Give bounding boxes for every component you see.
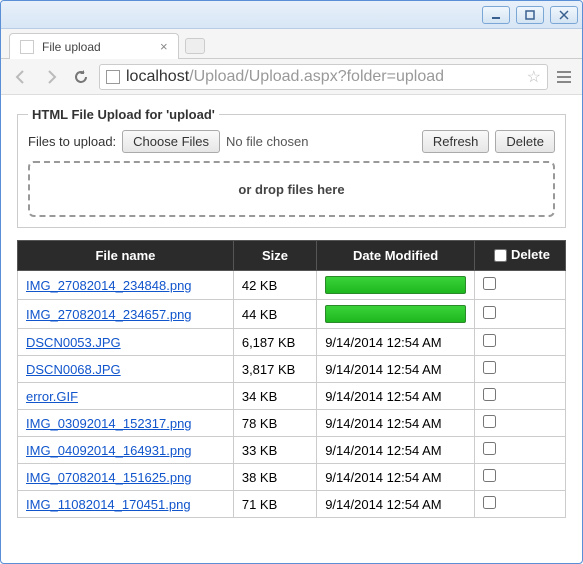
url-text: localhost/Upload/Upload.aspx?folder=uplo… [126, 68, 521, 86]
delete-row-checkbox[interactable] [483, 277, 496, 290]
reload-button[interactable] [69, 65, 93, 89]
file-date: 9/14/2014 12:54 AM [317, 464, 475, 491]
table-row: DSCN0068.JPG 3,817 KB9/14/2014 12:54 AM [18, 356, 566, 383]
file-link[interactable]: IMG_11082014_170451.png [26, 497, 191, 512]
delete-row-checkbox[interactable] [483, 496, 496, 509]
delete-row-checkbox[interactable] [483, 306, 496, 319]
upload-progress-bar [325, 276, 466, 294]
file-link[interactable]: IMG_04092014_164931.png [26, 443, 192, 458]
refresh-button[interactable]: Refresh [422, 130, 490, 153]
delete-row-checkbox[interactable] [483, 469, 496, 482]
file-date [317, 271, 475, 300]
minimize-button[interactable] [482, 6, 510, 24]
browser-tab[interactable]: File upload × [9, 33, 179, 59]
fieldset-legend: HTML File Upload for 'upload' [28, 107, 219, 122]
file-size: 34 KB [233, 383, 316, 410]
maximize-button[interactable] [516, 6, 544, 24]
file-date: 9/14/2014 12:54 AM [317, 437, 475, 464]
table-row: IMG_27082014_234848.png 42 KB [18, 271, 566, 300]
upload-progress-bar [325, 305, 466, 323]
file-link[interactable]: error.GIF [26, 389, 78, 404]
tab-title: File upload [42, 40, 101, 54]
file-link[interactable]: IMG_03092014_152317.png [26, 416, 192, 431]
upload-fieldset: HTML File Upload for 'upload' Files to u… [17, 107, 566, 228]
file-date: 9/14/2014 12:54 AM [317, 383, 475, 410]
files-table: File name Size Date Modified Delete IMG_… [17, 240, 566, 518]
file-size: 38 KB [233, 464, 316, 491]
col-filename: File name [18, 241, 234, 271]
file-link[interactable]: IMG_27082014_234848.png [26, 278, 192, 293]
site-icon [106, 70, 120, 84]
file-link[interactable]: DSCN0068.JPG [26, 362, 121, 377]
file-size: 78 KB [233, 410, 316, 437]
col-date: Date Modified [317, 241, 475, 271]
file-size: 33 KB [233, 437, 316, 464]
table-row: IMG_04092014_164931.png 33 KB9/14/2014 12… [18, 437, 566, 464]
table-row: IMG_11082014_170451.png 71 KB9/14/2014 12… [18, 491, 566, 518]
drop-zone[interactable]: or drop files here [28, 161, 555, 217]
file-date [317, 300, 475, 329]
file-link[interactable]: IMG_07082014_151625.png [26, 470, 192, 485]
delete-row-checkbox[interactable] [483, 388, 496, 401]
drop-zone-hint: or drop files here [238, 182, 344, 197]
file-size: 44 KB [233, 300, 316, 329]
delete-all-checkbox[interactable] [494, 249, 507, 262]
file-link[interactable]: IMG_27082014_234657.png [26, 307, 192, 322]
delete-row-checkbox[interactable] [483, 415, 496, 428]
choose-files-button[interactable]: Choose Files [122, 130, 220, 153]
nav-toolbar: localhost/Upload/Upload.aspx?folder=uplo… [1, 59, 582, 95]
file-date: 9/14/2014 12:54 AM [317, 491, 475, 518]
upload-controls-row: Files to upload: Choose Files No file ch… [28, 130, 555, 153]
new-tab-button[interactable] [185, 38, 205, 54]
table-row: IMG_03092014_152317.png 78 KB9/14/2014 12… [18, 410, 566, 437]
table-row: IMG_27082014_234657.png 44 KB [18, 300, 566, 329]
tab-strip: File upload × [1, 29, 582, 59]
browser-window: File upload × localhost/Upload/Upload.as… [0, 0, 583, 564]
file-size: 42 KB [233, 271, 316, 300]
delete-row-checkbox[interactable] [483, 361, 496, 374]
page-icon [20, 40, 34, 54]
close-window-button[interactable] [550, 6, 578, 24]
bookmark-star-icon[interactable]: ☆ [527, 67, 541, 87]
delete-row-checkbox[interactable] [483, 334, 496, 347]
forward-button[interactable] [39, 65, 63, 89]
col-size: Size [233, 241, 316, 271]
col-delete: Delete [474, 241, 565, 271]
delete-button[interactable]: Delete [495, 130, 555, 153]
close-tab-icon[interactable]: × [160, 42, 170, 52]
window-titlebar [1, 1, 582, 29]
file-size: 71 KB [233, 491, 316, 518]
files-to-upload-label: Files to upload: [28, 134, 116, 149]
file-size: 6,187 KB [233, 329, 316, 356]
table-row: IMG_07082014_151625.png 38 KB9/14/2014 12… [18, 464, 566, 491]
chrome-menu-button[interactable] [554, 67, 574, 87]
page-content: HTML File Upload for 'upload' Files to u… [1, 95, 582, 530]
no-file-chosen-text: No file chosen [226, 134, 308, 149]
address-bar[interactable]: localhost/Upload/Upload.aspx?folder=uplo… [99, 64, 548, 90]
file-size: 3,817 KB [233, 356, 316, 383]
file-date: 9/14/2014 12:54 AM [317, 329, 475, 356]
back-button[interactable] [9, 65, 33, 89]
file-date: 9/14/2014 12:54 AM [317, 410, 475, 437]
file-date: 9/14/2014 12:54 AM [317, 356, 475, 383]
file-link[interactable]: DSCN0053.JPG [26, 335, 121, 350]
table-row: DSCN0053.JPG 6,187 KB9/14/2014 12:54 AM [18, 329, 566, 356]
table-row: error.GIF 34 KB9/14/2014 12:54 AM [18, 383, 566, 410]
delete-row-checkbox[interactable] [483, 442, 496, 455]
